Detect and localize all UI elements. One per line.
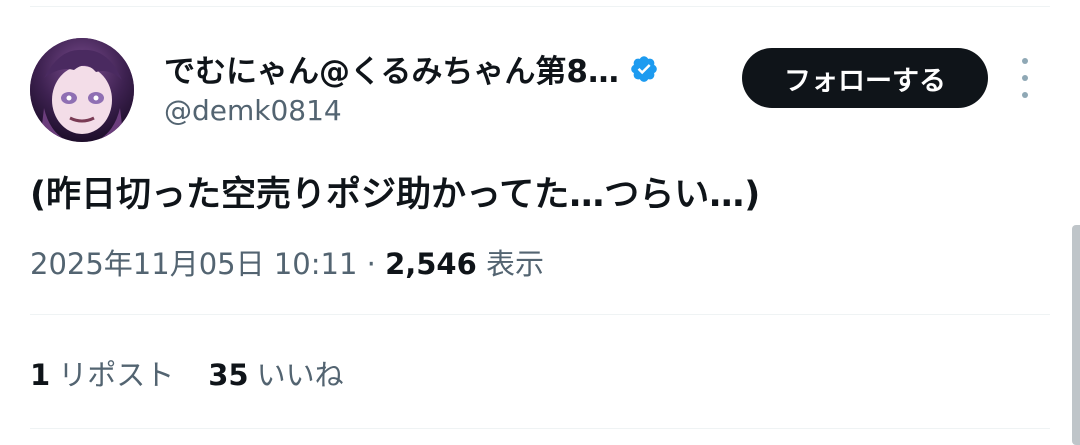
avatar[interactable] [30, 38, 134, 142]
name-row: でむにゃん@くるみちゃん第8… [164, 46, 659, 91]
display-name[interactable]: でむにゃん@くるみちゃん第8… [164, 46, 619, 91]
avatar-illustration [30, 38, 134, 142]
follow-button[interactable]: フォローする [742, 48, 988, 108]
reposts-count: 1 [30, 358, 51, 392]
tweet-header: でむにゃん@くるみちゃん第8… @demk0814 フォローする [30, 38, 1050, 142]
likes-stat[interactable]: 35 いいね [208, 352, 343, 394]
mid-divider [30, 314, 1050, 315]
tweet-timestamp[interactable]: 2025年11月05日 10:11 [30, 247, 357, 281]
views-count: 2,546 [385, 247, 477, 281]
engagement-stats: 1 リポスト 35 いいね [30, 352, 344, 394]
reposts-stat[interactable]: 1 リポスト [30, 352, 174, 394]
views-label: 表示 [486, 247, 545, 281]
tweet-meta: 2025年11月05日 10:11 · 2,546 表示 [30, 241, 544, 283]
reposts-label: リポスト [58, 358, 175, 392]
likes-count: 35 [208, 358, 249, 392]
more-dot [1022, 58, 1028, 64]
scrollbar[interactable] [1072, 225, 1080, 445]
more-dot [1022, 75, 1028, 81]
meta-separator: · [357, 247, 386, 281]
more-options-icon[interactable] [1015, 58, 1035, 98]
verified-badge-icon [631, 55, 657, 82]
user-handle[interactable]: @demk0814 [164, 94, 342, 127]
likes-label: いいね [256, 358, 344, 392]
more-dot [1022, 92, 1028, 98]
top-divider [30, 6, 1050, 7]
tweet-text: (昨日切った空売りポジ助かってた…つらい…) [30, 175, 761, 215]
bottom-divider [30, 428, 1050, 429]
